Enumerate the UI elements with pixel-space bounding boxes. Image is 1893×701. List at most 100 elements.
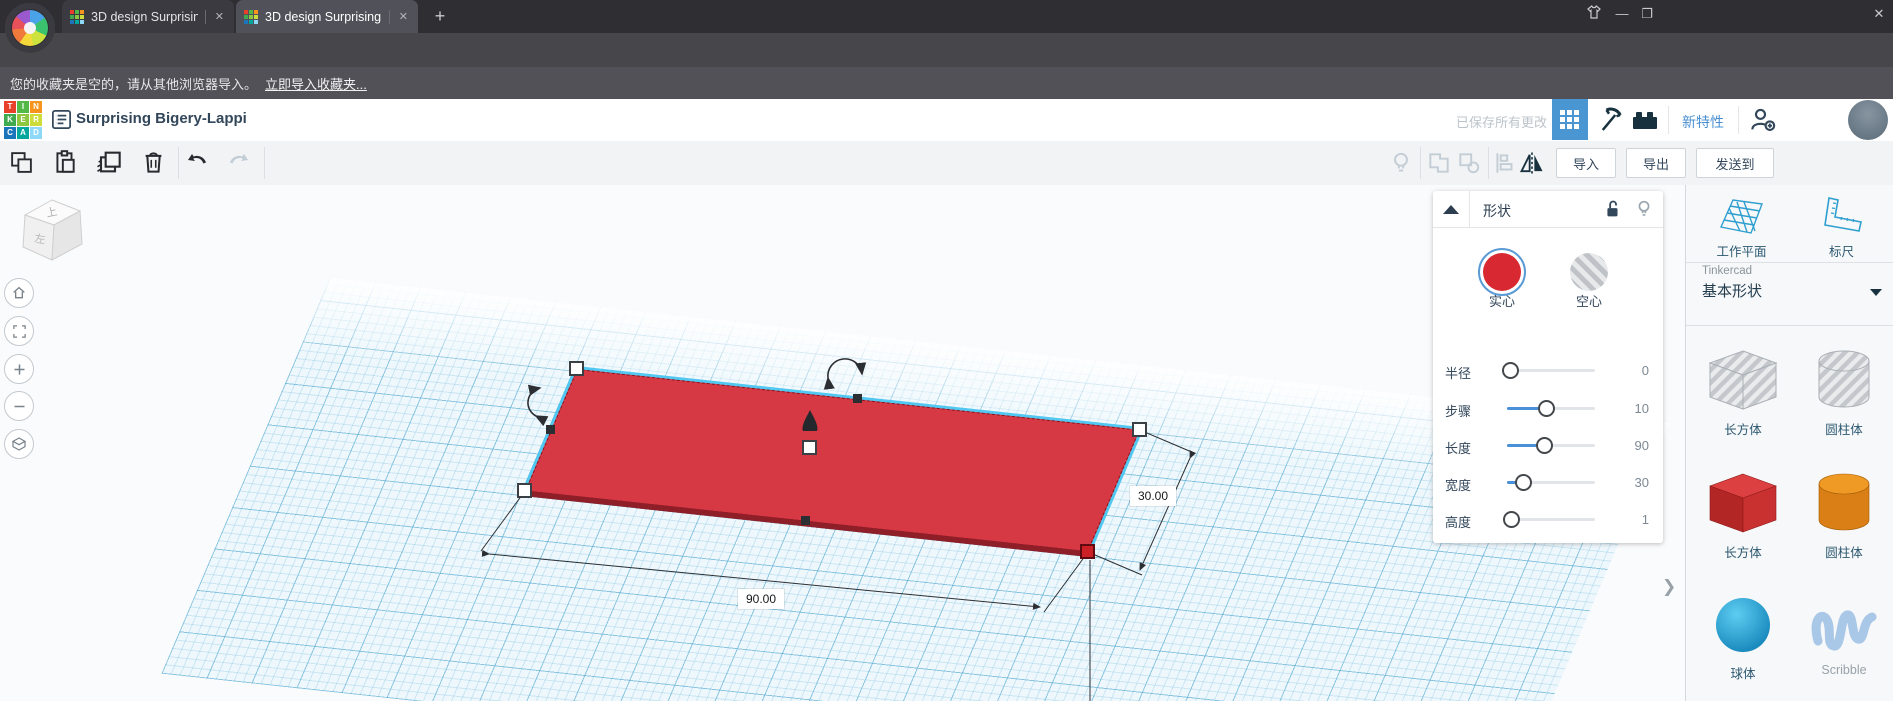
zoom-in-button[interactable] (4, 354, 34, 384)
slider-value[interactable]: 1 (1615, 512, 1649, 527)
width-dimension[interactable]: 30.00 (1130, 486, 1177, 506)
export-button[interactable]: 导出 (1626, 148, 1686, 178)
ungroup-icon[interactable] (1456, 150, 1482, 176)
slider-label: 长度 (1445, 441, 1472, 456)
hide-lightbulb-icon[interactable] (1633, 198, 1655, 220)
copy-icon[interactable] (9, 150, 34, 175)
slider-label: 宽度 (1445, 478, 1472, 493)
lego-brick-icon[interactable] (1632, 110, 1658, 130)
height-slider[interactable] (1503, 511, 1595, 528)
solid-fill-option[interactable] (1478, 248, 1526, 296)
tab-close-icon[interactable]: ✕ (213, 10, 226, 23)
send-to-button[interactable]: 发送到 (1696, 148, 1774, 178)
width-slider[interactable] (1507, 474, 1595, 491)
slider-knob[interactable] (1515, 474, 1532, 491)
design-menu-icon[interactable] (50, 108, 73, 131)
inspector-title: 形状 (1483, 203, 1511, 219)
ruler-tool-label[interactable]: 标尺 (1799, 241, 1884, 260)
invite-person-icon[interactable] (1748, 104, 1778, 136)
length-slider[interactable] (1507, 437, 1595, 454)
slider-knob[interactable] (1536, 437, 1553, 454)
group-icon[interactable] (1426, 150, 1452, 176)
hole-option[interactable] (1565, 248, 1613, 296)
tab-1[interactable]: 3D design Surprising ✕ (62, 0, 234, 33)
close-button[interactable]: ✕ (1868, 3, 1890, 25)
hole-label: 空心 (1575, 294, 1602, 309)
undo-icon[interactable] (184, 150, 210, 174)
tab-2-active[interactable]: 3D design Surprising ✕ (236, 0, 418, 33)
design-title[interactable]: Surprising Bigery-Lappi (76, 110, 247, 127)
delete-icon[interactable] (140, 147, 167, 176)
dashboard-grid-button[interactable] (1552, 99, 1588, 140)
scale-handle-active[interactable] (1080, 544, 1095, 559)
fit-view-button[interactable] (4, 316, 34, 346)
home-view-button[interactable] (4, 278, 34, 308)
raise-cone-handle[interactable] (798, 408, 822, 434)
collapse-panel-button[interactable] (1433, 191, 1470, 227)
radius-slider[interactable] (1502, 362, 1595, 379)
hole-striped-swatch (1570, 253, 1608, 291)
shape-label: 球体 (1730, 667, 1756, 681)
browser-tab-bar: 3D design Surprising ✕ 3D design Surpris… (0, 0, 1893, 33)
tinkercad-logo[interactable]: TIN KER CAD (4, 101, 44, 139)
tinkercad-favicon (244, 9, 258, 24)
workplane-tool-icon[interactable] (1717, 195, 1765, 237)
edge-handle-top[interactable] (853, 394, 862, 403)
show-all-icon[interactable] (1388, 149, 1414, 177)
panel-collapse-chevron[interactable]: ❯ (1662, 577, 1676, 597)
align-icon[interactable] (1492, 150, 1518, 176)
import-bookmarks-link[interactable]: 立即导入收藏夹... (265, 74, 367, 93)
ruler-tool-icon[interactable] (1819, 195, 1865, 237)
browser-logo[interactable] (5, 3, 55, 53)
shape-box-solid[interactable]: 长方体 (1697, 470, 1789, 561)
duplicate-icon[interactable] (94, 148, 122, 176)
unlock-icon[interactable] (1601, 198, 1623, 220)
length-dimension[interactable]: 90.00 (738, 589, 785, 609)
shape-box-hole[interactable]: 长方体 (1697, 347, 1789, 438)
slider-knob[interactable] (1538, 400, 1555, 417)
edge-handle-left[interactable] (546, 425, 555, 434)
shape-sphere[interactable]: 球体 (1697, 595, 1789, 682)
scale-handle-top-left[interactable] (569, 361, 584, 376)
account-avatar[interactable] (1848, 100, 1888, 140)
shape-library-brand: Tinkercad (1702, 265, 1753, 277)
paste-icon[interactable] (52, 148, 78, 176)
minimize-button[interactable]: — (1611, 3, 1633, 25)
slider-value[interactable]: 30 (1615, 475, 1649, 490)
perspective-toggle-button[interactable] (4, 429, 34, 459)
skin-icon[interactable] (1585, 3, 1607, 25)
edge-handle-bottom[interactable] (801, 516, 810, 525)
scale-handle-top-right[interactable] (1132, 422, 1147, 437)
dropdown-arrow-icon[interactable] (1870, 289, 1882, 296)
tab-separator (204, 9, 206, 24)
restore-button[interactable]: ❐ (1636, 3, 1658, 25)
slider-knob[interactable] (1502, 362, 1519, 379)
shape-scribble[interactable]: Scribble (1798, 595, 1890, 677)
toolbar-divider (178, 147, 179, 179)
shape-category-dropdown[interactable]: 基本形状 (1702, 280, 1762, 301)
workplane-tool-label[interactable]: 工作平面 (1699, 241, 1784, 260)
flip-icon[interactable] (1518, 149, 1546, 177)
tab-separator (388, 9, 390, 24)
slider-value[interactable]: 90 (1615, 438, 1649, 453)
view-cube[interactable]: 上 左 (14, 194, 90, 274)
tab-close-icon[interactable]: ✕ (397, 10, 410, 23)
steps-slider[interactable] (1507, 400, 1595, 417)
shape-cylinder-hole[interactable]: 圆柱体 (1798, 347, 1890, 438)
new-tab-button[interactable]: + (428, 4, 452, 28)
tab-title: 3D design Surprising (265, 9, 382, 24)
shape-label: 长方体 (1724, 546, 1762, 560)
slider-knob[interactable] (1503, 511, 1520, 528)
redo-icon[interactable] (226, 150, 252, 174)
minecraft-pickaxe-icon[interactable] (1594, 105, 1624, 135)
whats-new-link[interactable]: 新特性 (1682, 112, 1724, 132)
slider-value[interactable]: 0 (1615, 363, 1649, 378)
shape-label: Scribble (1821, 663, 1867, 677)
import-button[interactable]: 导入 (1556, 148, 1616, 178)
shape-cylinder-solid[interactable]: 圆柱体 (1798, 470, 1890, 561)
slider-value[interactable]: 10 (1615, 401, 1649, 416)
solid-label: 实心 (1488, 294, 1515, 309)
scale-handle-bottom-left[interactable] (517, 483, 532, 498)
move-handle-center[interactable] (802, 440, 817, 455)
zoom-out-button[interactable] (4, 391, 34, 421)
